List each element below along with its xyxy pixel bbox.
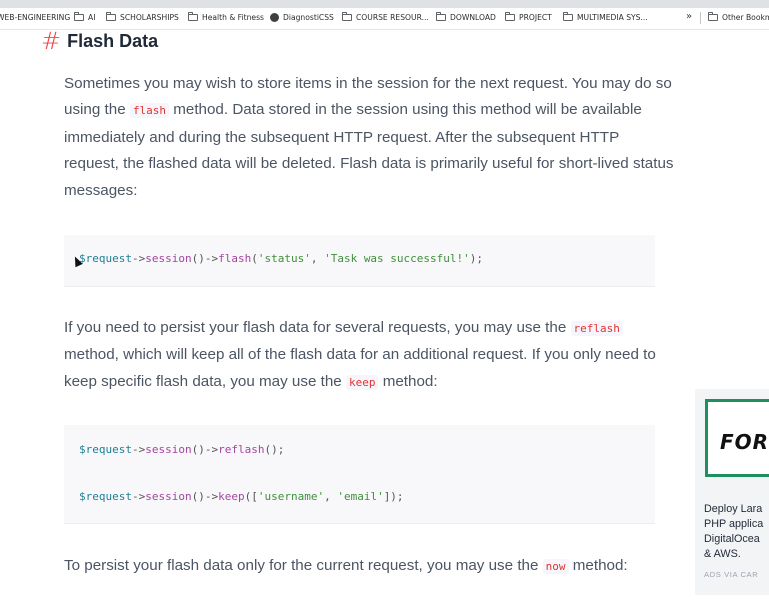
code-operator: -> [131, 443, 146, 456]
code-function: keep [218, 490, 245, 503]
code-block-flash: $request->session()->flash('status', 'Ta… [64, 235, 655, 287]
code-function: session [145, 490, 192, 503]
ad-logo-text: FOR [720, 430, 769, 454]
bookmark-web-engineering[interactable]: WEB-ENGINEERING [0, 13, 70, 22]
inline-code-keep: keep [345, 374, 379, 390]
code-function: reflash [218, 443, 265, 456]
bookmark-label: SCHOLARSHIPS [120, 13, 179, 22]
bookmark-label: WEB-ENGINEERING [0, 13, 71, 22]
bookmark-label: DOWNLOAD [450, 13, 496, 22]
bookmark-course-resources[interactable]: COURSE RESOUR... [342, 12, 429, 22]
code-block-reflash-keep: $request->session()->reflash(); $request… [64, 425, 655, 524]
code-variable: $request [79, 252, 132, 265]
folder-icon [188, 12, 198, 21]
section-heading: # Flash Data [41, 29, 159, 53]
inline-code-now: now [542, 559, 569, 574]
code-operator: -> [204, 252, 219, 265]
code-string: 'username' [257, 490, 325, 503]
bookmark-project[interactable]: PROJECT [505, 12, 552, 22]
code-punct: , [310, 252, 325, 265]
code-punct: () [191, 252, 205, 265]
code-function: session [145, 252, 192, 265]
bookmark-diagnosticss[interactable]: DiagnostiCSS [270, 13, 334, 22]
code-punct: (); [264, 443, 285, 456]
folder-icon [436, 12, 446, 21]
bookmark-label: Health & Fitness [202, 13, 264, 22]
bookmarks-bar: WEB-ENGINEERING AI SCHOLARSHIPS Health &… [0, 8, 769, 30]
code-operator: -> [204, 490, 219, 503]
code-operator: -> [204, 443, 219, 456]
code-string: 'status' [257, 252, 311, 265]
code-function: session [145, 443, 192, 456]
inline-code-reflash: reflash [570, 321, 623, 336]
bookmark-health-fitness[interactable]: Health & Fitness [188, 12, 264, 22]
code-punct: ([ [244, 490, 258, 503]
bookmark-label: PROJECT [519, 13, 552, 22]
folder-icon [106, 12, 116, 21]
folder-icon [342, 12, 352, 21]
bookmark-multimedia[interactable]: MULTIMEDIA SYS... [563, 12, 648, 22]
ad-description[interactable]: Deploy Lara PHP applica DigitalOcea & AW… [704, 502, 769, 562]
bookmark-scholarships[interactable]: SCHOLARSHIPS [106, 12, 179, 22]
bookmark-label: Other Bookmarks [722, 13, 769, 22]
code-line: $request->session()->keep(['username', '… [79, 490, 404, 503]
paragraph-reflash: If you need to persist your flash data f… [64, 315, 674, 396]
inline-code-flash: flash [129, 103, 169, 119]
code-operator: -> [131, 490, 146, 503]
folder-icon [74, 12, 84, 21]
folder-icon [563, 12, 573, 21]
folder-icon [708, 12, 718, 21]
code-string: 'Task was successful!' [324, 252, 470, 265]
folder-icon [505, 12, 515, 21]
ad-attribution[interactable]: ADS VIA CAR [704, 570, 758, 579]
paragraph-flash-intro: Sometimes you may wish to store items in… [64, 71, 674, 204]
code-punct: ); [469, 252, 484, 265]
code-line: $request->session()->reflash(); [79, 443, 284, 456]
paragraph-text: If you need to persist your flash data f… [64, 319, 571, 336]
bookmarks-overflow-chevron[interactable]: » [686, 11, 692, 22]
bookmark-label: COURSE RESOUR... [356, 13, 429, 22]
bookmark-other-bookmarks[interactable]: Other Bookmarks [708, 12, 769, 22]
code-variable: $request [79, 490, 132, 503]
bookmark-label: MULTIMEDIA SYS... [577, 13, 648, 22]
ad-logo-image[interactable]: FOR [705, 399, 769, 477]
anchor-hash-link[interactable]: # [41, 29, 61, 53]
code-punct: ( [251, 252, 258, 265]
code-punct: () [191, 490, 205, 503]
paragraph-text: method: [568, 557, 628, 574]
globe-icon [270, 13, 279, 22]
code-variable: $request [79, 443, 132, 456]
bookmark-label: AI [88, 13, 96, 22]
code-operator: -> [131, 252, 146, 265]
code-punct: () [191, 443, 205, 456]
paragraph-now: To persist your flash data only for the … [64, 553, 674, 580]
code-punct: ]); [383, 490, 404, 503]
bookmark-label: DiagnostiCSS [283, 13, 334, 22]
code-punct: , [324, 490, 338, 503]
paragraph-text: method: [378, 372, 438, 390]
paragraph-text: To persist your flash data only for the … [64, 557, 543, 574]
bookmark-download[interactable]: DOWNLOAD [436, 12, 496, 22]
browser-top-strip [0, 0, 769, 8]
code-function: flash [218, 252, 252, 265]
code-line: $request->session()->flash('status', 'Ta… [79, 252, 483, 265]
sponsor-ad[interactable]: FOR Deploy Lara PHP applica DigitalOcea … [695, 389, 769, 595]
page-title: Flash Data [67, 30, 159, 51]
code-string: 'email' [337, 490, 384, 503]
bookmarks-separator [700, 12, 701, 24]
bookmark-ai[interactable]: AI [74, 12, 96, 22]
